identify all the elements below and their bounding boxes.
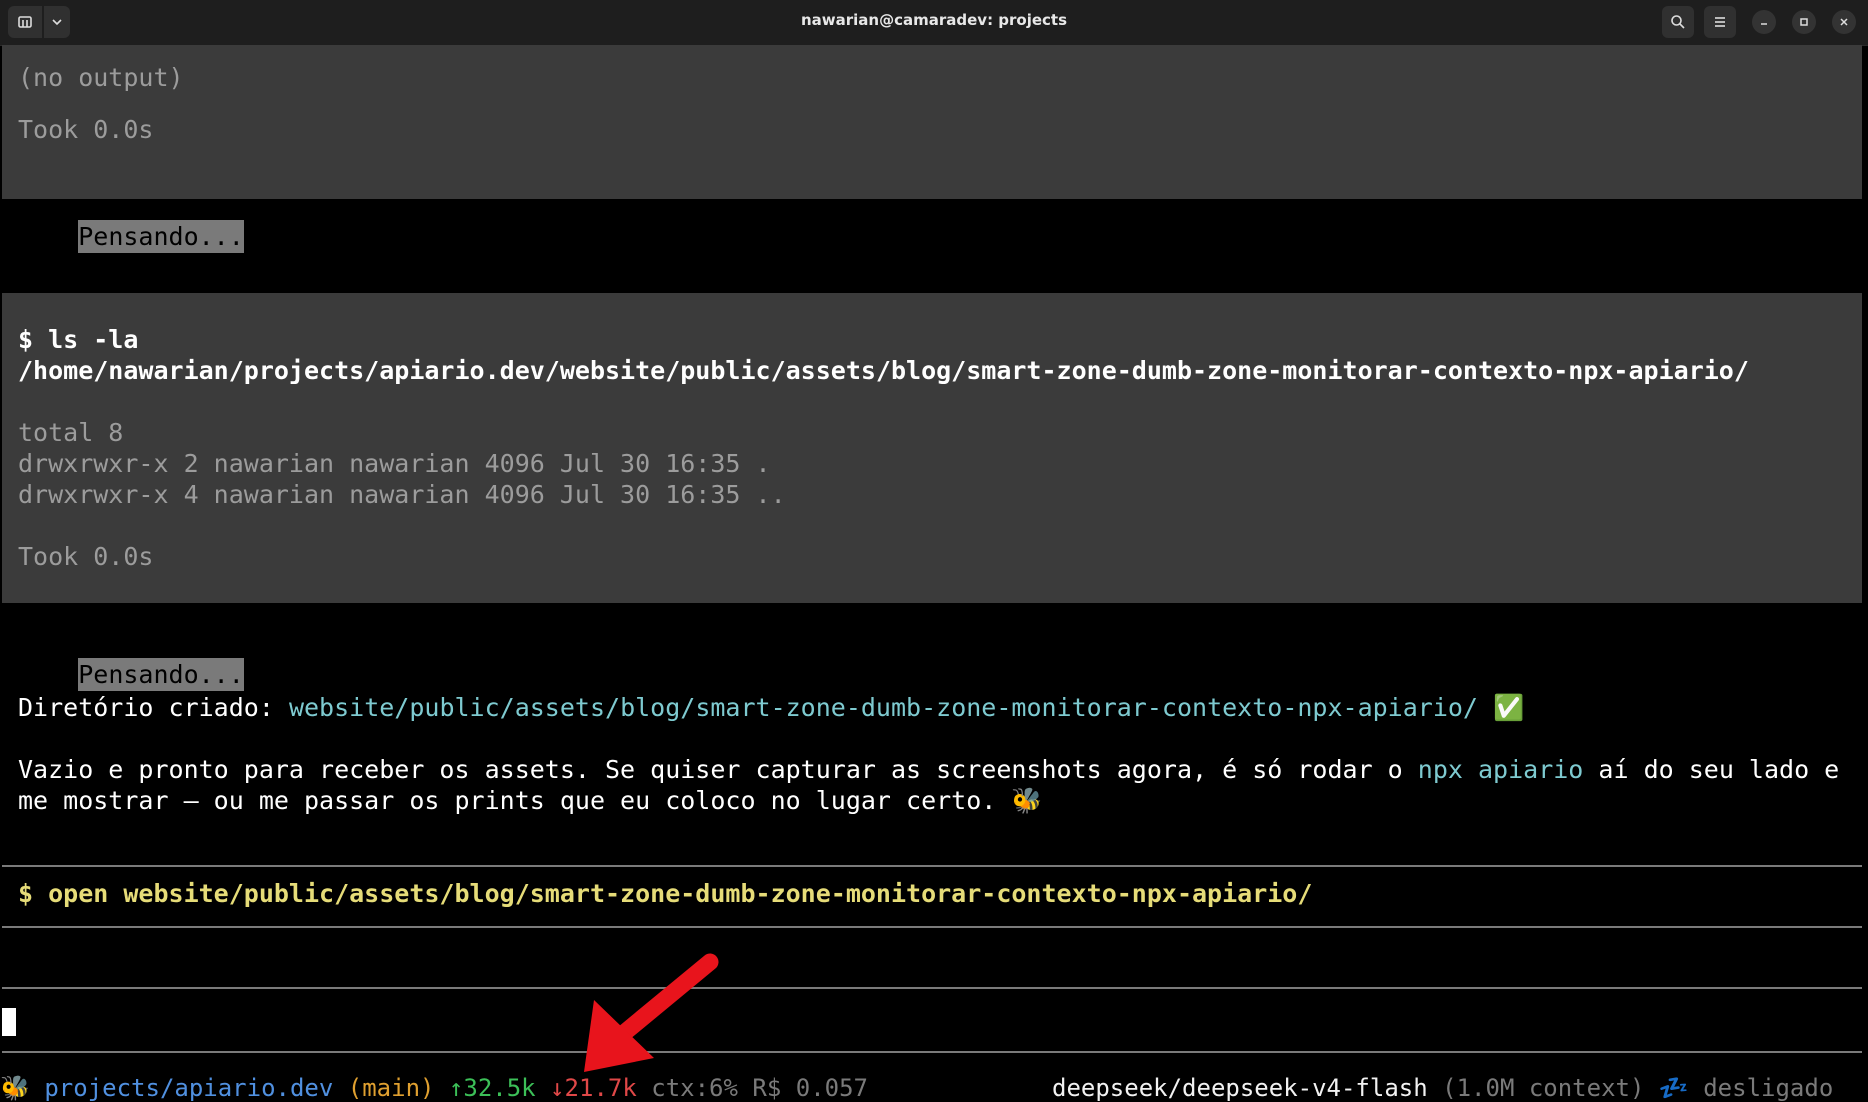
new-tab-icon [18, 16, 32, 28]
thinking-indicator: Pensando... [78, 220, 244, 253]
thinking-indicator: Pensando... [78, 658, 244, 691]
output-took: Took 0.0s [18, 115, 154, 144]
message-text: me mostrar — ou me passar os prints que … [18, 786, 1012, 815]
output-result: (no output) [18, 63, 184, 92]
message-paragraph: Vazio e pronto para receber os assets. S… [18, 755, 1839, 784]
menu-button[interactable] [1704, 6, 1736, 38]
status-right: deepseek/deepseek-v4-flash (1.0M context… [1052, 1074, 1833, 1102]
window-title: nawarian@camaradev: projects [800, 11, 1068, 29]
message-paragraph: me mostrar — ou me passar os prints que … [18, 786, 1043, 816]
status-tokens-down: ↓21.7k [550, 1074, 637, 1102]
status-path: projects/apiario.dev [44, 1074, 334, 1102]
close-button[interactable] [1832, 10, 1856, 34]
output-line: total 8 [18, 418, 124, 447]
title-bar-right [1652, 6, 1856, 38]
message-text: Vazio e pronto para receber os assets. S… [18, 755, 1418, 784]
search-button[interactable] [1662, 6, 1694, 38]
maximize-icon [1800, 18, 1808, 26]
created-path: website/public/assets/blog/smart-zone-du… [288, 693, 1478, 722]
command-line: $ ls -la [18, 325, 139, 354]
inline-command: npx apiario [1417, 755, 1584, 784]
tool-output-panel [2, 45, 1862, 199]
status-context: (1.0M context) [1442, 1074, 1645, 1102]
message-created: Diretório criado: website/public/assets/… [18, 693, 1524, 723]
check-icon: ✅ [1493, 693, 1525, 722]
title-bar-left [8, 6, 70, 38]
search-icon [1671, 15, 1685, 29]
status-cost: R$ 0.057 [752, 1074, 868, 1102]
chevron-down-icon [52, 19, 62, 26]
terminal-output: (no output) Took 0.0s Pensando... $ ls -… [0, 45, 1868, 1100]
created-label: Diretório criado: [18, 693, 289, 722]
thinking-line: Pensando... [18, 193, 244, 280]
input-cursor[interactable] [2, 1008, 16, 1036]
command-path: /home/nawarian/projects/apiario.dev/webs… [18, 356, 1749, 385]
minimize-button[interactable] [1752, 10, 1776, 34]
output-line: drwxrwxr-x 2 nawarian nawarian 4096 Jul … [18, 449, 771, 478]
divider [2, 865, 1862, 867]
status-bar: 🐝 projects/apiario.dev (main) ↑32.5k ↓21… [0, 1074, 1868, 1102]
maximize-button[interactable] [1792, 10, 1816, 34]
pending-command[interactable]: $ open website/public/assets/blog/smart-… [18, 879, 1312, 908]
divider [2, 926, 1862, 928]
divider [2, 987, 1862, 989]
tab-menu-button[interactable] [44, 6, 70, 38]
title-bar: nawarian@camaradev: projects [0, 0, 1868, 46]
sleep-icon: 💤 [1658, 1074, 1689, 1102]
minimize-icon [1761, 23, 1767, 25]
close-icon [1840, 18, 1848, 26]
bee-icon: 🐝 [1011, 786, 1043, 815]
status-state: desligado [1703, 1074, 1834, 1102]
status-branch: (main) [347, 1074, 435, 1102]
hamburger-menu-icon [1715, 17, 1725, 27]
annotation-arrow-icon [584, 953, 719, 1072]
divider [2, 1051, 1862, 1053]
new-tab-button[interactable] [8, 6, 42, 38]
tool-output-panel [2, 293, 1862, 603]
message-text: aí do seu lado e [1583, 755, 1840, 784]
status-model: deepseek/deepseek-v4-flash [1052, 1074, 1428, 1102]
status-tokens-up: ↑32.5k [448, 1074, 536, 1102]
output-line: drwxrwxr-x 4 nawarian nawarian 4096 Jul … [18, 480, 786, 509]
bee-icon: 🐝 [0, 1074, 30, 1102]
status-ctx: ctx:6% [651, 1074, 738, 1102]
output-took: Took 0.0s [18, 542, 154, 571]
